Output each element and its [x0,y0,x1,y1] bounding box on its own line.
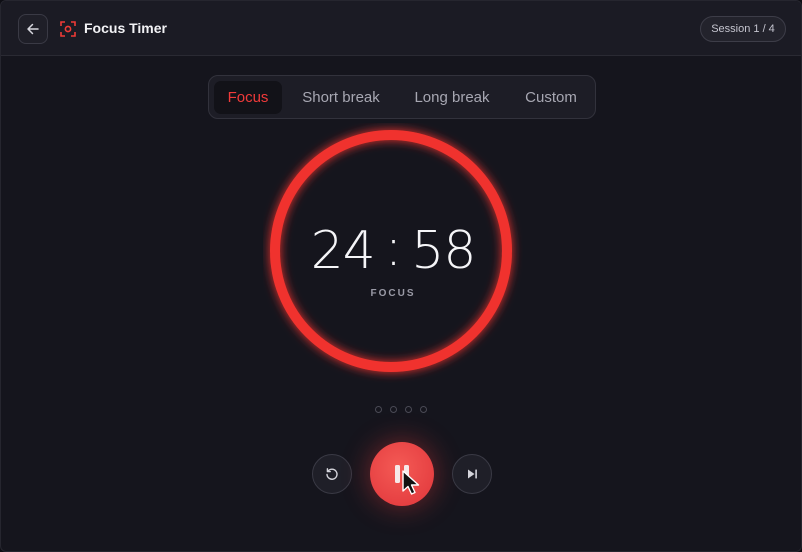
session-badge: Session 1 / 4 [700,16,786,42]
timer-ring: 24:58 FOCUS [263,123,523,383]
time-display: 24:58 [263,218,523,283]
reset-icon [326,468,338,480]
tab-short-break[interactable]: Short break [289,81,393,114]
tab-custom[interactable]: Custom [511,81,591,114]
reset-button[interactable] [312,454,352,494]
session-dot [375,406,382,413]
focus-target-icon [60,21,76,37]
arrow-left-icon [27,23,39,35]
time-colon: : [384,218,403,278]
mode-label: FOCUS [370,288,416,299]
skip-button[interactable] [452,454,492,494]
tab-focus[interactable]: Focus [214,81,282,114]
skip-next-icon [468,469,477,479]
pause-button[interactable] [370,442,434,506]
pause-icon [395,465,409,483]
back-button[interactable] [18,14,48,44]
header-bar: Focus Timer Session 1 / 4 [1,1,801,56]
app-window: Focus Timer Session 1 / 4 Focus Short br… [0,0,802,552]
time-minutes: 24 [310,221,376,281]
session-dot [390,406,397,413]
app-title: Focus Timer [84,20,167,36]
session-dots [375,406,435,414]
tab-long-break[interactable]: Long break [402,81,502,114]
time-seconds: 58 [411,221,476,281]
mode-selector: Focus Short break Long break Custom [208,75,596,119]
session-dot [405,406,412,413]
session-dot [420,406,427,413]
